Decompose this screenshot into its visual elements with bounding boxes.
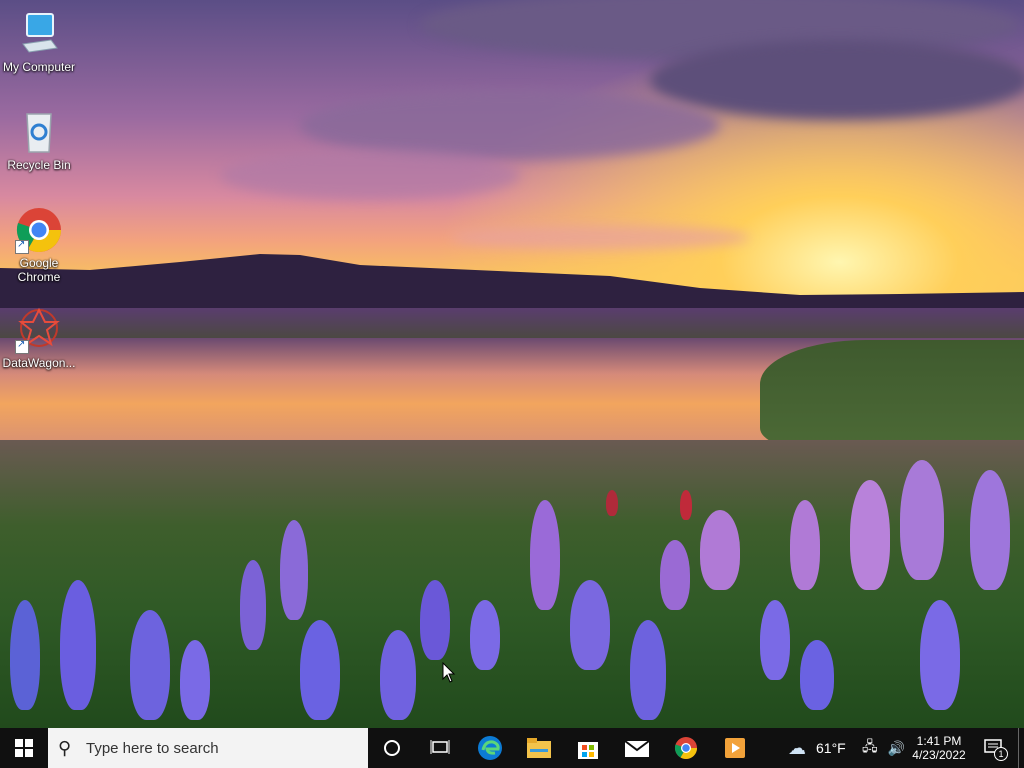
flower (800, 640, 834, 710)
search-icon: ⚲ (58, 737, 72, 758)
flower (380, 630, 416, 720)
flower (420, 580, 450, 660)
flower (180, 640, 210, 720)
shortcut-arrow-icon (15, 238, 29, 254)
desktop-icon-label: My Computer (2, 60, 76, 74)
taskbar-file-explorer[interactable] (515, 728, 563, 768)
flower (60, 580, 96, 710)
flower (700, 510, 740, 590)
notification-count-badge: 1 (994, 747, 1008, 761)
meadow-far (0, 308, 1024, 342)
flower (760, 600, 790, 680)
taskbar-store[interactable] (564, 728, 612, 768)
taskbar-mail[interactable] (613, 728, 661, 768)
action-center-button[interactable]: 1 (976, 728, 1012, 768)
flower (900, 460, 944, 580)
flower (970, 470, 1010, 590)
system-tray-icons: 🖧 🔊 (862, 728, 905, 768)
network-icon[interactable]: 🖧 (862, 736, 878, 760)
cloud (220, 150, 520, 200)
flower (920, 600, 960, 710)
computer-icon (15, 10, 63, 58)
cloud (650, 40, 1024, 120)
windows-logo-icon (15, 739, 33, 757)
search-placeholder: Type here to search (86, 739, 219, 757)
cloud (450, 225, 750, 250)
flower (570, 580, 610, 670)
desktop-icon-recycle-bin[interactable]: Recycle Bin (1, 108, 77, 172)
chrome-icon (15, 206, 63, 254)
taskbar-edge[interactable] (466, 728, 514, 768)
flower (10, 600, 40, 710)
volume-icon[interactable]: 🔊 (888, 740, 905, 757)
desktop-wallpaper: My Computer Recycle Bin Google Chrome (0, 0, 1024, 728)
clock[interactable]: 1:41 PM 4/23/2022 (904, 728, 974, 768)
taskbar: ⚲ Type here to search ☁ 61°F 🖧 🔊 1:41 PM… (0, 728, 1024, 768)
flower (630, 620, 666, 720)
mouse-cursor-icon (442, 662, 456, 683)
desktop-icon-label: Recycle Bin (7, 158, 71, 172)
flower (790, 500, 820, 590)
task-view-icon (430, 740, 450, 754)
desktop-icon-google-chrome[interactable]: Google Chrome (1, 206, 77, 284)
task-view-button[interactable] (416, 728, 464, 768)
desktop-icon-datawagon[interactable]: DataWagon... (1, 306, 77, 370)
cortana-icon (384, 740, 400, 756)
partly-cloudy-icon: ☁ (788, 737, 806, 758)
flower (530, 500, 560, 610)
start-button[interactable] (0, 728, 48, 768)
flower (660, 540, 690, 610)
flower-red (680, 490, 692, 520)
media-player-icon (725, 738, 745, 758)
flower (470, 600, 500, 670)
notifications-icon: 1 (984, 739, 1008, 761)
chrome-icon (674, 737, 697, 759)
flower (300, 620, 340, 720)
desktop-icon-label: DataWagon... (2, 356, 76, 370)
datawagon-icon (15, 306, 63, 354)
grass-bank (760, 340, 1024, 450)
cortana-button[interactable] (368, 728, 416, 768)
desktop-icon-label: Google Chrome (17, 256, 61, 284)
desktop-icon-my-computer[interactable]: My Computer (1, 10, 77, 74)
weather-temperature: 61°F (816, 740, 846, 756)
flower (240, 560, 266, 650)
store-icon (578, 742, 598, 759)
search-box[interactable]: ⚲ Type here to search (48, 728, 368, 768)
clock-date: 4/23/2022 (912, 748, 966, 762)
taskbar-chrome[interactable] (662, 728, 710, 768)
recycle-bin-icon (15, 108, 63, 156)
taskbar-media-player[interactable] (711, 728, 759, 768)
flower (850, 480, 890, 590)
show-desktop-button[interactable] (1018, 728, 1024, 768)
mail-icon (624, 740, 650, 757)
flower-red (606, 490, 618, 516)
file-explorer-icon (527, 738, 551, 758)
flower (130, 610, 170, 720)
flower (280, 520, 308, 620)
clock-time: 1:41 PM (916, 734, 962, 748)
edge-icon (478, 736, 502, 760)
weather-widget[interactable]: ☁ 61°F (788, 728, 846, 768)
shortcut-arrow-icon (15, 338, 29, 354)
